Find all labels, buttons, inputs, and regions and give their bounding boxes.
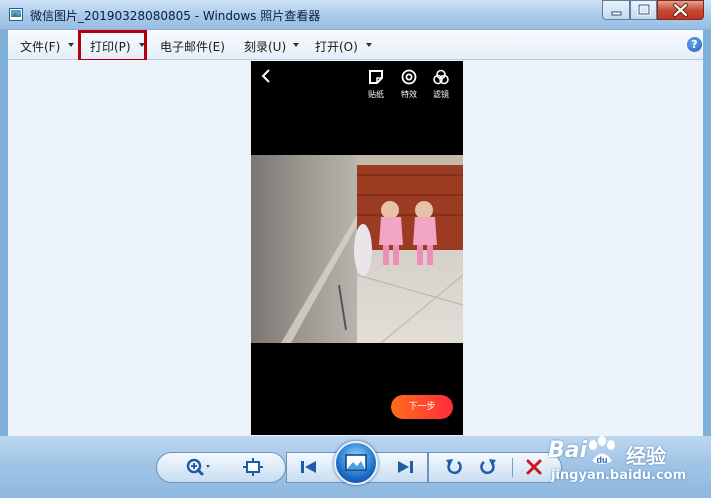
tool-sticker-label: 贴纸	[368, 90, 384, 99]
menu-open[interactable]: 打开(O)	[315, 38, 358, 55]
menu-file[interactable]: 文件(F)	[20, 38, 60, 55]
tool-effects-label: 特效	[401, 90, 417, 99]
actual-size-icon[interactable]	[241, 457, 265, 477]
next-icon[interactable]	[394, 458, 416, 476]
zoom-controls-group	[156, 452, 286, 483]
rotate-clockwise-icon[interactable]	[478, 456, 498, 478]
tool-filter: 滤镜	[428, 69, 454, 100]
children-photo	[251, 155, 463, 343]
sticker-icon	[369, 70, 383, 84]
filter-icon	[433, 69, 449, 85]
image-display-area: 贴纸 特效 滤镜 下一步	[8, 60, 703, 436]
minimize-button[interactable]	[602, 0, 630, 20]
back-arrow-icon	[261, 69, 270, 83]
minimize-icon	[611, 11, 622, 16]
zoom-icon[interactable]	[184, 456, 214, 478]
delete-icon[interactable]	[524, 457, 544, 477]
slideshow-icon	[345, 454, 367, 471]
close-icon	[673, 3, 688, 17]
title-bar[interactable]: 微信图片_20190328080805 - Windows 照片查看器	[0, 0, 711, 30]
maximize-button[interactable]	[630, 0, 657, 20]
baidu-paw-logo: du	[589, 436, 615, 465]
file-dropdown-icon[interactable]	[68, 43, 74, 47]
tool-effects: 特效	[396, 69, 422, 100]
photo-viewer-app-icon	[9, 8, 23, 21]
open-dropdown-icon[interactable]	[366, 43, 372, 47]
burn-dropdown-icon[interactable]	[293, 43, 299, 47]
tool-sticker: 贴纸	[363, 69, 389, 100]
previous-icon[interactable]	[298, 458, 320, 476]
photo-viewer-window: 微信图片_20190328080805 - Windows 照片查看器 文件(F…	[0, 0, 711, 498]
watermark-brand: Bai	[548, 438, 588, 463]
displayed-image: 贴纸 特效 滤镜 下一步	[251, 61, 463, 435]
help-icon[interactable]: ?	[687, 37, 702, 52]
toolbar-separator	[512, 458, 513, 477]
print-highlight-annotation	[78, 30, 147, 62]
svg-text:du: du	[597, 455, 608, 465]
tool-filter-label: 滤镜	[433, 90, 449, 99]
menu-email[interactable]: 电子邮件(E)	[160, 38, 225, 55]
bottom-toolbar: du Bai 经验 jingyan.baidu.com	[0, 436, 711, 498]
window-title: 微信图片_20190328080805 - Windows 照片查看器	[30, 9, 321, 23]
maximize-icon	[637, 3, 651, 16]
close-button[interactable]	[657, 0, 704, 20]
next-step-button: 下一步	[391, 395, 453, 419]
effects-icon	[401, 69, 417, 85]
slideshow-button[interactable]	[334, 441, 378, 485]
rotate-counterclockwise-icon[interactable]	[444, 456, 464, 478]
watermark-brand-suffix: 经验	[626, 444, 666, 468]
watermark-url: jingyan.baidu.com	[551, 468, 687, 483]
menu-burn[interactable]: 刻录(U)	[244, 38, 286, 55]
